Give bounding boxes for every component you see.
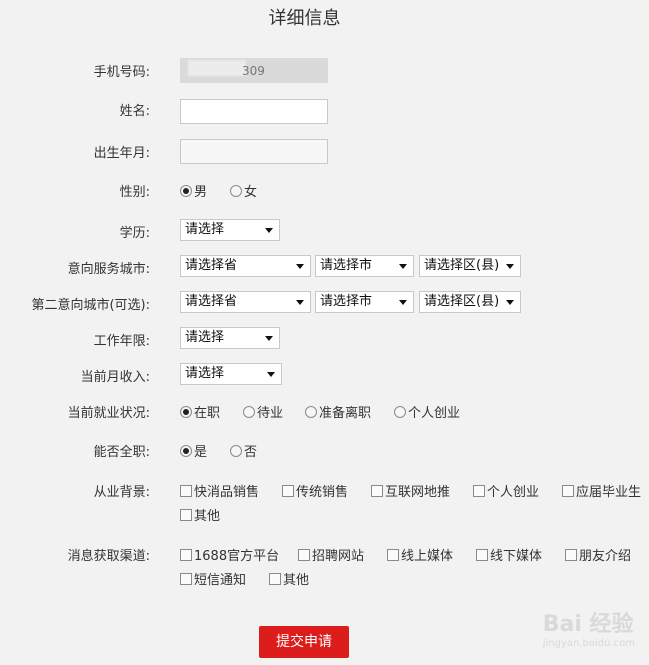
checkbox-icon (476, 549, 488, 561)
employment-label: 当前就业状况: (67, 406, 150, 421)
dropdown-arrow-icon (506, 264, 514, 269)
checkbox-icon (180, 549, 192, 561)
background-checkbox[interactable]: 传统销售 (282, 481, 348, 500)
watermark-logo: Bai 经验 jingyan.baidu.com (542, 612, 635, 649)
background-checkbox[interactable]: 应届毕业生 (562, 481, 641, 500)
fulltime-no-radio[interactable]: 否 (230, 441, 257, 460)
radio-unchecked-icon (243, 406, 255, 418)
phone-field: 309 (180, 58, 328, 83)
checkbox-icon (387, 549, 399, 561)
channel-checkbox[interactable]: 其他 (269, 569, 309, 588)
city2-district-select[interactable]: 请选择区(县) (419, 291, 521, 313)
dropdown-arrow-icon (265, 228, 273, 233)
phone-label: 手机号码: (93, 65, 150, 80)
city1-province-select[interactable]: 请选择省 (180, 255, 311, 277)
fulltime-yes-radio[interactable]: 是 (180, 441, 207, 460)
radio-unchecked-icon (394, 406, 406, 418)
background-checkbox[interactable]: 个人创业 (473, 481, 539, 500)
checkbox-icon (371, 485, 383, 497)
checkbox-icon (282, 485, 294, 497)
channel-checkbox[interactable]: 朋友介绍 (565, 545, 631, 564)
channel-checkbox[interactable]: 1688官方平台 (180, 545, 279, 564)
city1-district-select[interactable]: 请选择区(县) (419, 255, 521, 277)
education-select[interactable]: 请选择 (180, 219, 280, 241)
fulltime-label: 能否全职: (93, 445, 150, 460)
checkbox-icon (269, 573, 281, 585)
dropdown-arrow-icon (296, 264, 304, 269)
checkbox-icon (298, 549, 310, 561)
radio-checked-icon (180, 406, 192, 418)
employment-unemployed-radio[interactable]: 待业 (243, 402, 283, 421)
gender-male-radio[interactable]: 男 (180, 181, 207, 200)
channel-checkbox[interactable]: 短信通知 (180, 569, 246, 588)
checkbox-icon (180, 509, 192, 521)
birth-input[interactable] (180, 139, 328, 164)
name-input[interactable] (180, 99, 328, 124)
birth-label: 出生年月: (93, 146, 150, 161)
city1-label: 意向服务城市: (67, 262, 150, 277)
income-label: 当前月收入: (80, 370, 150, 385)
checkbox-icon (565, 549, 577, 561)
channel-checkbox[interactable]: 招聘网站 (298, 545, 364, 564)
checkbox-icon (180, 573, 192, 585)
radio-unchecked-icon (230, 445, 242, 457)
radio-unchecked-icon (305, 406, 317, 418)
checkbox-icon (473, 485, 485, 497)
city2-city-select[interactable]: 请选择市 (315, 291, 414, 313)
checkbox-icon (562, 485, 574, 497)
city2-label: 第二意向城市(可选): (31, 298, 150, 313)
income-select[interactable]: 请选择 (180, 363, 282, 385)
city2-province-select[interactable]: 请选择省 (180, 291, 311, 313)
channel-label: 消息获取渠道: (67, 549, 150, 564)
page-title: 详细信息 (268, 8, 341, 29)
dropdown-arrow-icon (296, 300, 304, 305)
radio-unchecked-icon (230, 185, 242, 197)
background-checkbox[interactable]: 互联网地推 (371, 481, 450, 500)
dropdown-arrow-icon (399, 264, 407, 269)
gender-female-radio[interactable]: 女 (230, 181, 257, 200)
employment-employed-radio[interactable]: 在职 (180, 402, 220, 421)
city1-city-select[interactable]: 请选择市 (315, 255, 414, 277)
years-label: 工作年限: (93, 334, 150, 349)
checkbox-icon (180, 485, 192, 497)
radio-checked-icon (180, 185, 192, 197)
employment-startup-radio[interactable]: 个人创业 (394, 402, 460, 421)
education-label: 学历: (119, 226, 150, 241)
employment-leaving-radio[interactable]: 准备离职 (305, 402, 371, 421)
dropdown-arrow-icon (506, 300, 514, 305)
dropdown-arrow-icon (399, 300, 407, 305)
phone-mask (188, 60, 246, 76)
channel-checkbox[interactable]: 线下媒体 (476, 545, 542, 564)
dropdown-arrow-icon (265, 336, 273, 341)
background-checkbox[interactable]: 其他 (180, 505, 220, 524)
submit-button[interactable]: 提交申请 (259, 626, 349, 658)
background-checkbox[interactable]: 快消品销售 (180, 481, 259, 500)
name-label: 姓名: (119, 104, 150, 119)
radio-checked-icon (180, 445, 192, 457)
background-label: 从业背景: (93, 485, 150, 500)
phone-suffix: 309 (242, 64, 265, 78)
dropdown-arrow-icon (267, 372, 275, 377)
years-select[interactable]: 请选择 (180, 327, 280, 349)
channel-checkbox[interactable]: 线上媒体 (387, 545, 453, 564)
gender-label: 性别: (119, 185, 150, 200)
